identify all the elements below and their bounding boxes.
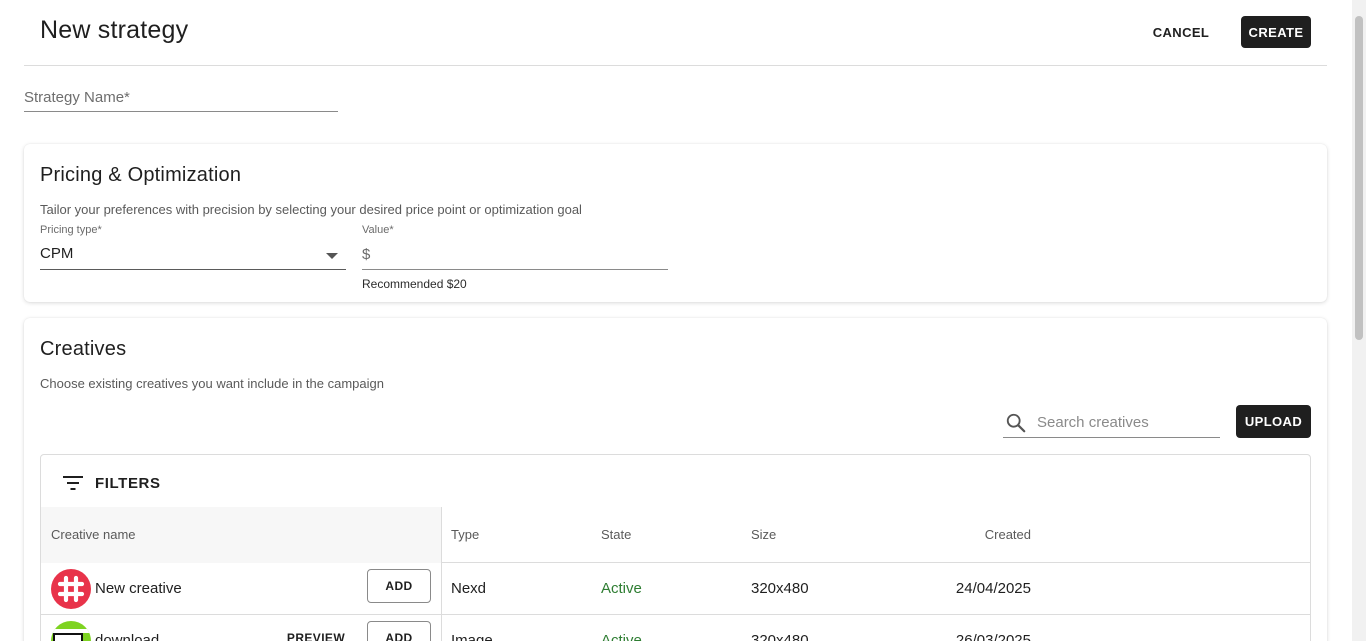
creative-created: 24/04/2025	[955, 580, 1031, 597]
creatives-title: Creatives	[40, 338, 127, 360]
page: New strategy CANCEL CREATE Pricing & Opt…	[0, 0, 1352, 641]
creative-created: 26/03/2025	[955, 632, 1031, 641]
scrollbar-thumb[interactable]	[1355, 16, 1363, 340]
creative-name-cell: download PREVIEW ADD	[41, 615, 442, 641]
creatives-description: Choose existing creatives you want inclu…	[40, 376, 384, 391]
column-header-state[interactable]: State	[601, 527, 631, 542]
creative-state: Active	[601, 632, 642, 641]
image-thumbnail-icon	[51, 621, 91, 641]
dropdown-arrow-icon	[326, 253, 338, 259]
currency-prefix: $	[362, 246, 371, 263]
column-header-created[interactable]: Created	[911, 527, 1031, 542]
page-title: New strategy	[40, 16, 189, 44]
page-header: New strategy CANCEL CREATE	[24, 0, 1327, 66]
hashtag-logo-icon	[51, 569, 91, 609]
column-header-name-cell: Creative name	[41, 507, 442, 563]
creative-size: 320x480	[751, 632, 809, 641]
creative-name-cell: New creative ADD	[41, 563, 442, 614]
pricing-card: Pricing & Optimization Tailor your prefe…	[24, 144, 1327, 302]
creative-size: 320x480	[751, 580, 809, 597]
strategy-name-input[interactable]	[24, 84, 338, 110]
page-scrollbar[interactable]	[1352, 0, 1366, 641]
filter-icon	[63, 476, 83, 490]
table-header: Creative name Type State Size Created	[41, 507, 1310, 563]
pricing-title: Pricing & Optimization	[40, 164, 242, 186]
creative-type: Nexd	[451, 580, 487, 597]
creatives-card: Creatives Choose existing creatives you …	[24, 318, 1327, 641]
creative-name: download	[95, 632, 160, 641]
create-button[interactable]: CREATE	[1241, 16, 1311, 48]
value-field: $	[362, 240, 668, 270]
column-header-name[interactable]: Creative name	[51, 527, 136, 542]
creative-name: New creative	[95, 580, 182, 597]
upload-button[interactable]: UPLOAD	[1236, 405, 1311, 438]
search-icon	[1006, 413, 1026, 433]
pricing-description: Tailor your preferences with precision b…	[40, 202, 582, 217]
creative-type: Image	[451, 632, 493, 641]
creative-state: Active	[601, 580, 642, 597]
creatives-table: FILTERS Creative name Type State Size Cr…	[40, 454, 1311, 641]
value-input[interactable]	[380, 242, 660, 268]
strategy-name-field	[24, 84, 338, 112]
column-header-size[interactable]: Size	[751, 527, 776, 542]
filters-label: FILTERS	[95, 475, 161, 492]
cancel-button[interactable]: CANCEL	[1141, 17, 1221, 48]
search-creatives-input[interactable]	[1037, 410, 1215, 434]
value-helper-text: Recommended $20	[362, 277, 467, 291]
add-creative-button[interactable]: ADD	[367, 621, 431, 641]
add-creative-button[interactable]: ADD	[367, 569, 431, 603]
preview-creative-button[interactable]: PREVIEW	[281, 621, 351, 641]
pricing-type-label: Pricing type*	[40, 224, 102, 236]
filters-toggle[interactable]: FILTERS	[41, 455, 1310, 507]
table-row[interactable]: download PREVIEW ADD Image Active 320x48…	[41, 615, 1310, 641]
column-header-type[interactable]: Type	[451, 527, 479, 542]
table-row[interactable]: New creative ADD Nexd Active 320x480 24/…	[41, 563, 1310, 615]
pricing-type-select[interactable]: CPM	[40, 240, 346, 270]
pricing-type-value: CPM	[40, 245, 74, 262]
value-label: Value*	[362, 224, 394, 236]
search-creatives-field	[1003, 406, 1220, 438]
